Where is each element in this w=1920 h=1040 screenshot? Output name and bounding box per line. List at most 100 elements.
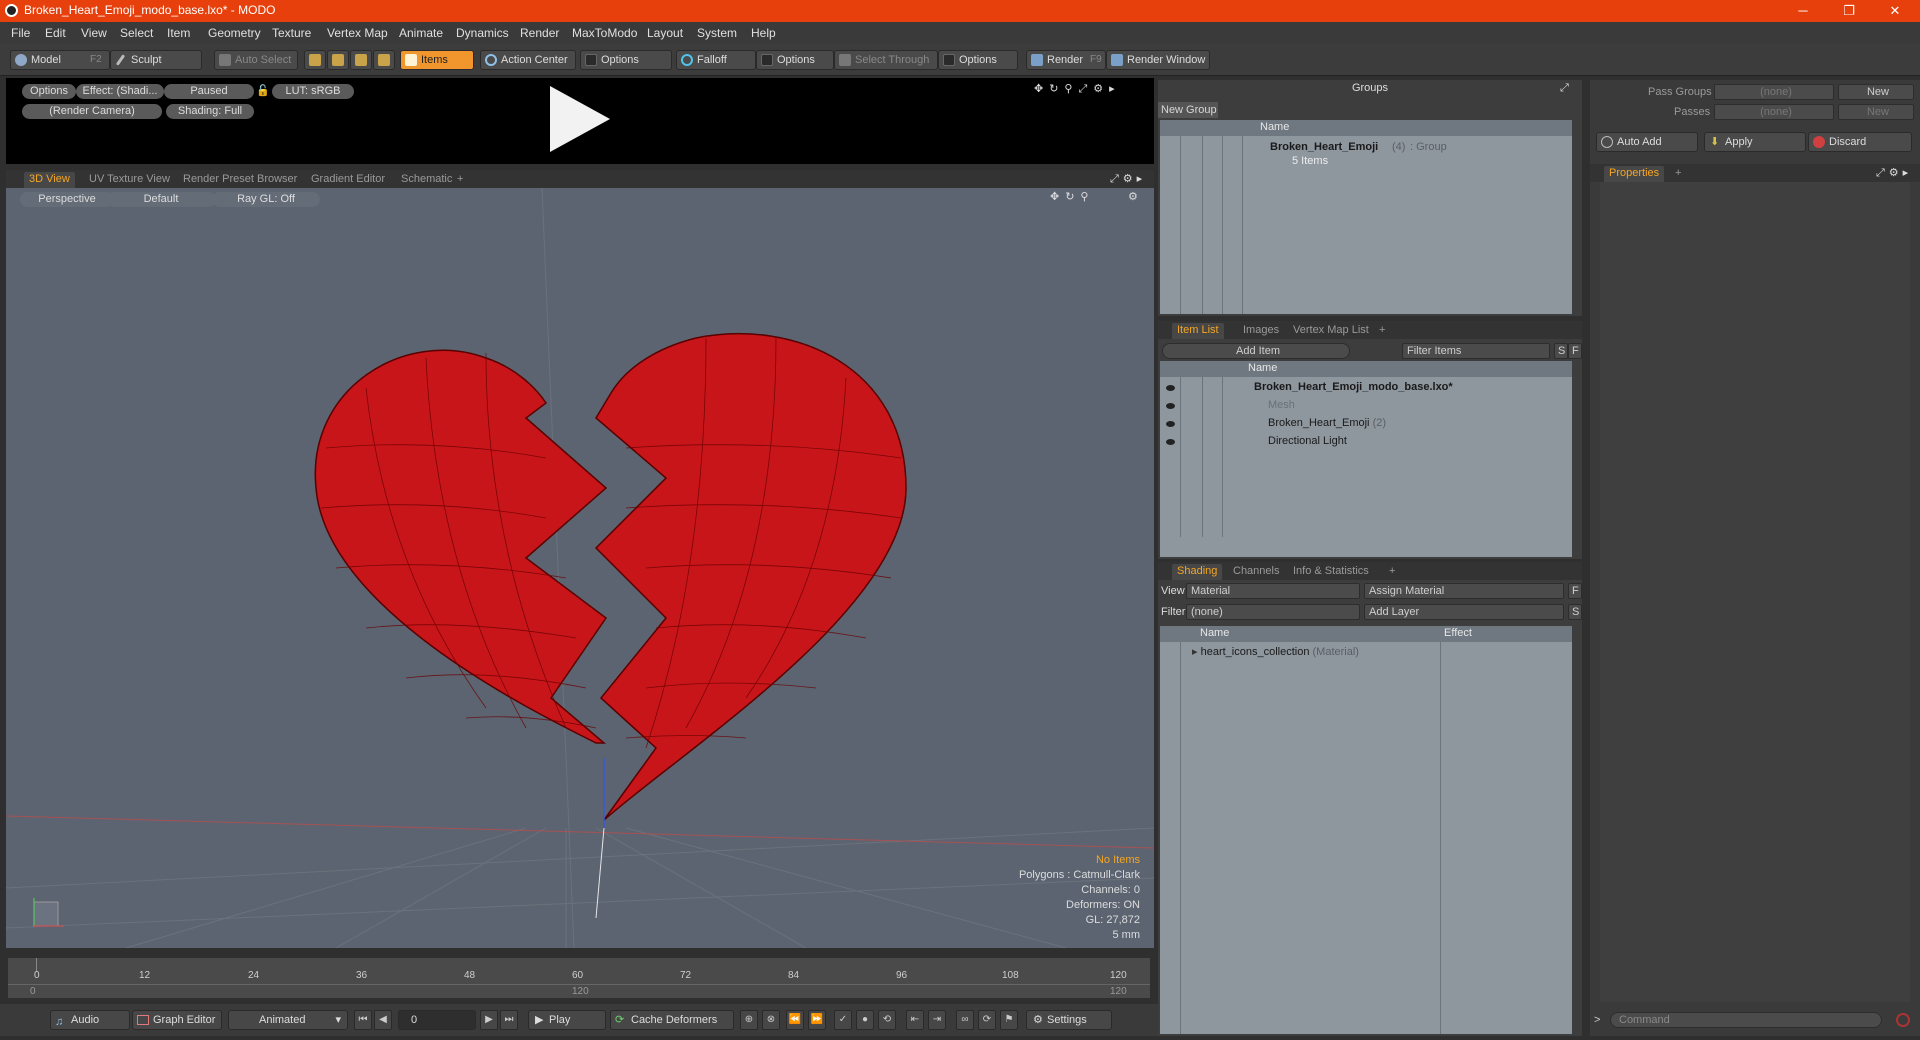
menu-geometry[interactable]: Geometry	[208, 26, 261, 40]
menu-select[interactable]: Select	[120, 26, 153, 40]
menu-item[interactable]: Item	[167, 26, 190, 40]
new-pass-group-button[interactable]: New	[1838, 84, 1914, 100]
menu-maxtomodo[interactable]: MaxToModo	[572, 26, 637, 40]
discard-button[interactable]: Discard	[1808, 132, 1912, 152]
add-tab-button[interactable]: +	[1374, 323, 1390, 339]
play-preview-icon[interactable]	[544, 84, 616, 154]
tab-info-statistics[interactable]: Info & Statistics	[1288, 564, 1374, 580]
tab-images[interactable]: Images	[1238, 323, 1284, 339]
passes-dropdown[interactable]: (none)	[1714, 104, 1834, 120]
cache-deformers-button[interactable]: ⟳ Cache Deformers	[610, 1010, 734, 1030]
lock-icon[interactable]: 🔓	[256, 84, 270, 97]
step-back-button[interactable]: ⇤	[906, 1010, 924, 1030]
add-tab-button[interactable]: +	[1670, 166, 1686, 182]
shading-s-button[interactable]: S	[1568, 604, 1582, 620]
go-to-end-button[interactable]: ⏭	[500, 1010, 518, 1030]
sync-icon[interactable]: ⟳	[978, 1010, 996, 1030]
command-history-icon[interactable]	[1896, 1013, 1910, 1027]
menu-edit[interactable]: Edit	[45, 26, 66, 40]
add-item-dropdown[interactable]: Add Item	[1162, 343, 1350, 359]
menu-view[interactable]: View	[81, 26, 107, 40]
item-row-mesh[interactable]: Mesh	[1268, 397, 1295, 413]
select-through-options[interactable]: Options	[938, 50, 1018, 70]
key-button[interactable]: ✓	[834, 1010, 852, 1030]
viewport-3d[interactable]: Perspective Default Ray GL: Off ✥↻⚲ ⚙ No…	[6, 188, 1154, 948]
menu-animate[interactable]: Animate	[399, 26, 443, 40]
new-pass-button[interactable]: New	[1838, 104, 1914, 120]
tab-render-preset-browser[interactable]: Render Preset Browser	[178, 172, 302, 188]
falloff-options[interactable]: Options	[756, 50, 834, 70]
polygons-mode-button[interactable]	[350, 50, 372, 70]
key-tool-icon-2[interactable]: ⊗	[762, 1010, 780, 1030]
menu-render[interactable]: Render	[520, 26, 559, 40]
falloff-button[interactable]: Falloff	[676, 50, 756, 70]
graph-editor-button[interactable]: Graph Editor	[132, 1010, 222, 1030]
prev-frame-button[interactable]: ◀	[374, 1010, 392, 1030]
item-row-scene[interactable]: Broken_Heart_Emoji_modo_base.lxo*	[1242, 379, 1572, 395]
link-icon[interactable]: ∞	[956, 1010, 974, 1030]
settings-button[interactable]: ⚙ Settings	[1026, 1010, 1112, 1030]
step-forward-button[interactable]: ⇥	[928, 1010, 946, 1030]
menu-texture[interactable]: Texture	[272, 26, 311, 40]
properties-panel-icons[interactable]: ⤢⚙▸	[1876, 166, 1912, 180]
filter-dropdown[interactable]: (none)	[1186, 604, 1360, 620]
sculpt-mode-button[interactable]: Sculpt	[110, 50, 202, 70]
next-frame-button[interactable]: ▶	[480, 1010, 498, 1030]
add-layer-dropdown[interactable]: Add Layer	[1364, 604, 1564, 620]
assign-material-button[interactable]: Assign Material	[1364, 583, 1564, 599]
close-button[interactable]: ✕	[1872, 0, 1918, 22]
new-group-button[interactable]: New Group	[1158, 102, 1218, 118]
render-window-button[interactable]: Render Window	[1106, 50, 1210, 70]
tab-schematic[interactable]: Schematic	[396, 172, 457, 188]
filter-s-button[interactable]: S	[1554, 343, 1568, 359]
menu-help[interactable]: Help	[751, 26, 776, 40]
item-row-directional-light[interactable]: Directional Light	[1268, 433, 1347, 449]
filter-items-input[interactable]: Filter Items	[1402, 343, 1550, 359]
tab-channels[interactable]: Channels	[1228, 564, 1284, 580]
items-mode-button[interactable]: Items	[400, 50, 474, 70]
preview-nav-icons[interactable]: ✥↻⚲⤢⚙▸	[1034, 82, 1121, 96]
preview-options-button[interactable]: Options	[22, 84, 76, 99]
filter-icon[interactable]: ⚑	[1000, 1010, 1018, 1030]
action-center-options[interactable]: Options	[580, 50, 672, 70]
filter-f-button[interactable]: F	[1568, 343, 1582, 359]
go-to-start-button[interactable]: ⏮	[354, 1010, 372, 1030]
preview-effect-dropdown[interactable]: Effect: (Shadi...	[76, 84, 164, 99]
tab-gradient-editor[interactable]: Gradient Editor	[306, 172, 390, 188]
animated-dropdown[interactable]: Animated ▾	[228, 1010, 348, 1030]
tab-vertex-map-list[interactable]: Vertex Map List	[1288, 323, 1374, 339]
menu-system[interactable]: System	[697, 26, 737, 40]
auto-select-button[interactable]: Auto Select	[214, 50, 298, 70]
expand-icon[interactable]: ⤢	[1560, 82, 1569, 95]
tab-uv-texture-view[interactable]: UV Texture View	[84, 172, 175, 188]
broken-heart-model[interactable]	[314, 333, 907, 821]
add-tab-button[interactable]: +	[452, 172, 468, 188]
apply-button[interactable]: ⬇ Apply	[1704, 132, 1806, 152]
materials-mode-button[interactable]	[373, 50, 395, 70]
item-row-broken-heart[interactable]: Broken_Heart_Emoji (2)	[1268, 415, 1386, 431]
shading-dropdown[interactable]: Shading: Full	[166, 104, 254, 119]
viewport-panel-icons[interactable]: ⤢⚙▸	[1110, 172, 1146, 186]
menu-dynamics[interactable]: Dynamics	[456, 26, 509, 40]
auto-key-icon[interactable]: ⟲	[878, 1010, 896, 1030]
record-icon[interactable]: ●	[856, 1010, 874, 1030]
frame-input[interactable]: 0	[398, 1010, 476, 1030]
menu-layout[interactable]: Layout	[647, 26, 683, 40]
key-tool-icon[interactable]: ⊕	[740, 1010, 758, 1030]
tab-shading[interactable]: Shading	[1172, 564, 1223, 580]
menu-file[interactable]: File	[11, 26, 30, 40]
vertices-mode-button[interactable]	[304, 50, 326, 70]
visibility-eye-icon[interactable]	[1166, 385, 1175, 391]
next-key-button[interactable]: ⏩	[808, 1010, 826, 1030]
restore-button[interactable]: ❐	[1826, 0, 1872, 22]
expand-arrow-icon[interactable]: ▸	[1192, 646, 1198, 658]
lut-dropdown[interactable]: LUT: sRGB	[272, 84, 354, 99]
minimize-button[interactable]: ─	[1780, 0, 1826, 22]
tab-properties[interactable]: Properties	[1604, 166, 1665, 182]
shading-f-button[interactable]: F	[1568, 583, 1582, 599]
visibility-eye-icon[interactable]	[1166, 421, 1175, 427]
play-button[interactable]: ▶ Play	[528, 1010, 606, 1030]
shader-row-material[interactable]: ▸ heart_icons_collection (Material)	[1192, 644, 1359, 660]
pass-groups-dropdown[interactable]: (none)	[1714, 84, 1834, 100]
edges-mode-button[interactable]	[327, 50, 349, 70]
